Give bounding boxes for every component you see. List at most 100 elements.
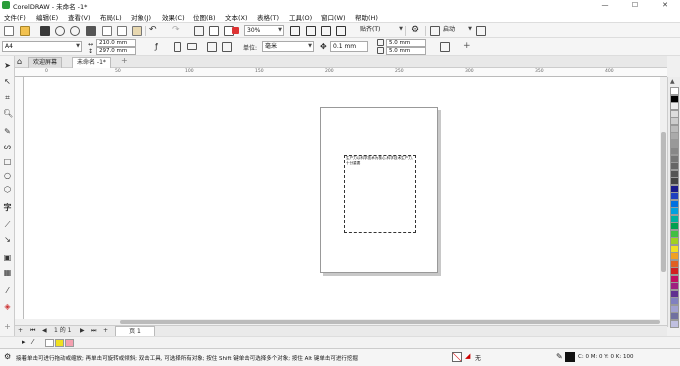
zoom-level-select[interactable]: 30% ▼ bbox=[244, 25, 284, 36]
treat-as-filled-icon[interactable] bbox=[440, 42, 450, 52]
page-width-field[interactable]: 210.0 mm bbox=[96, 39, 136, 47]
menu-bitmaps[interactable]: 位图(B) bbox=[193, 12, 216, 22]
eyedropper-icon[interactable]: ⁄ bbox=[32, 338, 33, 346]
landscape-icon[interactable] bbox=[187, 43, 197, 50]
outline-color-swatch[interactable] bbox=[565, 352, 575, 362]
pick-tool-icon[interactable]: ➤ bbox=[3, 61, 12, 70]
transparency-tool-icon[interactable]: ▦ bbox=[3, 268, 12, 277]
menu-tools[interactable]: 工具(O) bbox=[289, 12, 312, 22]
menu-help[interactable]: 帮助(H) bbox=[355, 12, 378, 22]
cut-icon[interactable] bbox=[102, 26, 112, 36]
minimize-button[interactable]: — bbox=[590, 0, 620, 11]
shape-tool-icon[interactable]: ↖ bbox=[3, 77, 12, 86]
tab-document[interactable]: 未命名 -1* bbox=[72, 57, 111, 68]
drawing-canvas[interactable]: 生产力以科学技术为核心,科学技术生产力,十分重要 bbox=[24, 77, 660, 319]
arrow-icon[interactable]: ▸ bbox=[22, 338, 26, 346]
close-button[interactable]: ✕ bbox=[650, 0, 680, 11]
eyedropper-tool-icon[interactable]: ⁄ bbox=[3, 286, 12, 295]
no-fill-icon[interactable] bbox=[452, 352, 462, 362]
current-page-size-icon[interactable] bbox=[222, 42, 232, 52]
units-select[interactable]: 毫米 ▼ bbox=[262, 41, 314, 52]
all-pages-icon[interactable]: ƒ bbox=[155, 42, 165, 52]
frame-text-content[interactable]: 生产力以科学技术为核心,科学技术生产力,十分重要 bbox=[346, 156, 416, 165]
add-page-after-button[interactable]: + bbox=[103, 326, 108, 336]
pdf-icon[interactable] bbox=[232, 27, 239, 34]
duplicate-distance-x-field[interactable]: 5.0 mm bbox=[386, 39, 426, 47]
duplicate-distance-y-field[interactable]: 5.0 mm bbox=[386, 47, 426, 55]
cloud-upload-icon[interactable] bbox=[55, 26, 65, 36]
portrait-icon[interactable] bbox=[174, 42, 181, 52]
outline-pen-icon[interactable]: ✎ bbox=[556, 352, 563, 361]
previous-page-icon[interactable]: ◀ bbox=[42, 326, 47, 336]
menu-view[interactable]: 查看(V) bbox=[68, 12, 91, 22]
menu-effects[interactable]: 效果(C) bbox=[162, 12, 185, 22]
ellipse-tool-icon[interactable]: ○ bbox=[3, 171, 12, 180]
last-page-icon[interactable]: ⏭ bbox=[91, 326, 96, 336]
connector-tool-icon[interactable]: ↘ bbox=[3, 235, 12, 244]
add-tool-icon[interactable]: + bbox=[3, 322, 12, 331]
paper-size-select[interactable]: A4 ▼ bbox=[2, 41, 82, 52]
launcher-icon[interactable] bbox=[430, 26, 440, 36]
copy-icon[interactable] bbox=[117, 26, 127, 36]
undo-icon[interactable]: ↶ bbox=[149, 25, 157, 35]
print-icon[interactable] bbox=[86, 26, 96, 36]
show-guidelines-icon[interactable] bbox=[336, 26, 346, 36]
add-page-before-button[interactable]: + bbox=[18, 326, 23, 336]
show-grid-icon[interactable] bbox=[321, 26, 331, 36]
open-folder-icon[interactable] bbox=[20, 26, 30, 36]
crop-tool-icon[interactable]: ⌗ bbox=[3, 93, 12, 102]
import-icon[interactable] bbox=[209, 26, 219, 36]
tab-page-1[interactable]: 页 1 bbox=[115, 326, 155, 336]
menu-file[interactable]: 文件(F) bbox=[4, 12, 26, 22]
palette-scroll-up-icon[interactable]: ▲ bbox=[670, 78, 675, 85]
palette-swatch[interactable] bbox=[670, 319, 679, 328]
application-launcher-menu[interactable]: 启动 ▼ bbox=[441, 25, 473, 36]
gear-icon[interactable]: ⚙ bbox=[4, 352, 11, 361]
next-page-icon[interactable]: ▶ bbox=[80, 326, 85, 336]
parallel-dimension-icon[interactable]: ⟋ bbox=[3, 220, 12, 229]
menu-table[interactable]: 表格(T) bbox=[257, 12, 279, 22]
options-icon[interactable] bbox=[476, 26, 486, 36]
snap-to-menu[interactable]: 贴齐(T) ▼ bbox=[358, 25, 404, 36]
drop-shadow-tool-icon[interactable]: ▣ bbox=[3, 253, 12, 262]
interactive-fill-icon[interactable]: ◈ bbox=[3, 302, 12, 311]
vertical-scroll-thumb[interactable] bbox=[661, 132, 666, 272]
vertical-ruler[interactable] bbox=[15, 77, 24, 319]
maximize-button[interactable]: ☐ bbox=[620, 0, 650, 11]
horizontal-ruler[interactable]: 0 50 100 150 200 250 300 350 400 bbox=[15, 68, 667, 77]
rectangle-tool-icon[interactable]: □ bbox=[3, 157, 12, 166]
cloud-download-icon[interactable] bbox=[70, 26, 80, 36]
paragraph-text-frame[interactable]: 生产力以科学技术为核心,科学技术生产力,十分重要 bbox=[344, 155, 416, 233]
gear-icon[interactable]: ⚙ bbox=[411, 25, 419, 35]
all-pages-size-icon[interactable] bbox=[207, 42, 217, 52]
new-document-icon[interactable] bbox=[4, 26, 14, 36]
full-screen-icon[interactable] bbox=[290, 26, 300, 36]
menu-text[interactable]: 文本(X) bbox=[225, 12, 248, 22]
tab-welcome-screen[interactable]: 欢迎屏幕 bbox=[28, 57, 63, 68]
zoom-tool-icon[interactable]: 🔍︎ bbox=[3, 109, 13, 118]
new-tab-button[interactable]: + bbox=[121, 56, 128, 65]
add-icon[interactable]: + bbox=[463, 41, 471, 51]
home-icon[interactable]: ⌂ bbox=[17, 57, 22, 66]
doc-swatch-yellow[interactable] bbox=[55, 339, 64, 347]
artistic-media-icon[interactable]: ᔕ bbox=[3, 142, 12, 151]
first-page-icon[interactable]: ⏮ bbox=[30, 326, 35, 336]
menu-layout[interactable]: 布局(L) bbox=[100, 12, 122, 22]
vertical-scrollbar[interactable] bbox=[660, 77, 667, 319]
freehand-tool-icon[interactable]: ✎ bbox=[3, 127, 12, 136]
nudge-distance-field[interactable]: 0.1 mm bbox=[330, 41, 368, 52]
horizontal-scroll-thumb[interactable] bbox=[120, 320, 660, 324]
doc-swatch-white[interactable] bbox=[45, 339, 54, 347]
search-content-icon[interactable] bbox=[194, 26, 204, 36]
menu-window[interactable]: 窗口(W) bbox=[321, 12, 346, 22]
polygon-tool-icon[interactable]: ⬡ bbox=[3, 185, 12, 194]
menu-object[interactable]: 对象(J) bbox=[131, 12, 151, 22]
page-height-field[interactable]: 297.0 mm bbox=[96, 47, 136, 55]
doc-swatch-pink[interactable] bbox=[65, 339, 74, 347]
redo-icon[interactable]: ↷ bbox=[172, 25, 180, 35]
save-icon[interactable] bbox=[40, 26, 50, 36]
menu-edit[interactable]: 编辑(E) bbox=[36, 12, 58, 22]
document-page[interactable]: 生产力以科学技术为核心,科学技术生产力,十分重要 bbox=[320, 107, 438, 273]
paste-icon[interactable] bbox=[132, 26, 142, 36]
show-rulers-icon[interactable] bbox=[306, 26, 316, 36]
